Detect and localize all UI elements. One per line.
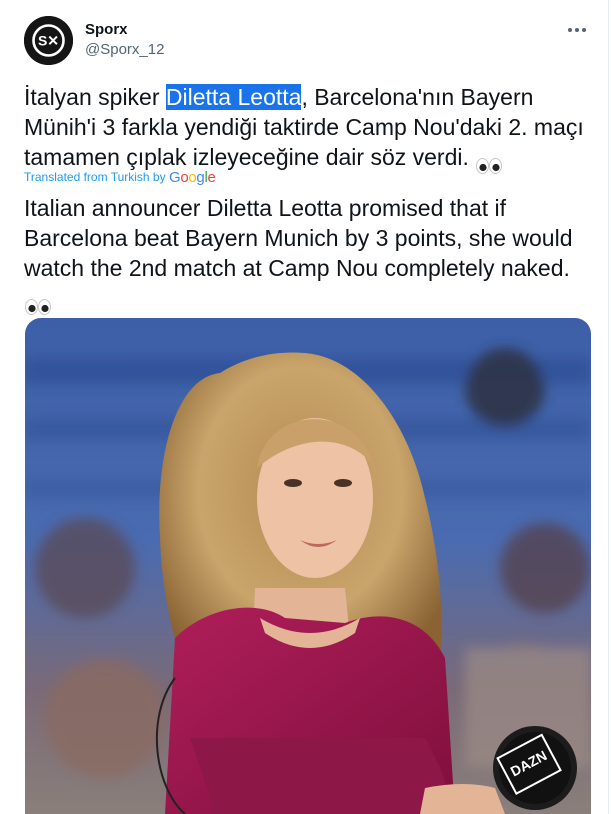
tweet-header: S✕ Sporx @Sporx_12 (24, 14, 595, 68)
selected-text-highlight: Diletta Leotta (165, 84, 302, 110)
user-handle[interactable]: @Sporx_12 (85, 40, 164, 60)
more-horizontal-icon (568, 28, 586, 32)
original-text-start: İtalyan spiker (24, 84, 166, 110)
user-info: Sporx @Sporx_12 (85, 20, 164, 60)
tweet-translation-text: Italian announcer Diletta Leotta promise… (24, 193, 584, 315)
tweet-original-text: İtalyan spiker Diletta Leotta, Barcelona… (24, 82, 584, 174)
avatar[interactable]: S✕ (24, 16, 73, 65)
google-letter-g: G (168, 169, 181, 186)
google-letter-e: e (207, 169, 216, 186)
translated-by-link[interactable]: Translated from Turkish by Google (24, 168, 216, 187)
google-logo: Google (169, 169, 216, 186)
tweet-page: S✕ Sporx @Sporx_12 İtalyan spiker Dilett… (0, 0, 611, 814)
translated-label: Translated from Turkish by (24, 170, 166, 184)
sporx-logo-icon: S✕ (24, 16, 73, 65)
translation-text: Italian announcer Diletta Leotta promise… (24, 195, 573, 281)
eyes-emoji-icon (24, 292, 52, 315)
presenter-photo: DAZN (25, 318, 591, 814)
microphone-icon: DAZN (493, 726, 577, 810)
column-border (608, 0, 609, 814)
more-button[interactable] (565, 20, 589, 40)
tweet-photo[interactable]: DAZN (25, 318, 591, 814)
svg-text:S✕: S✕ (38, 33, 59, 49)
display-name[interactable]: Sporx (85, 20, 164, 40)
eyes-emoji-icon (475, 151, 503, 174)
